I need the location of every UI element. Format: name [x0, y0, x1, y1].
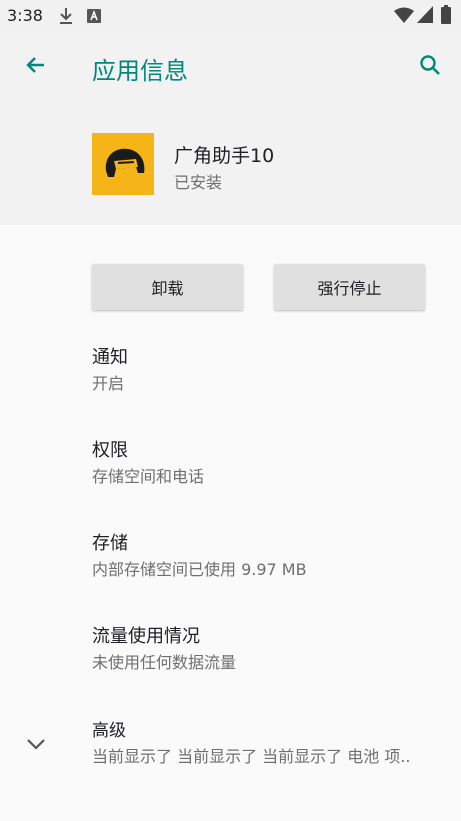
battery-icon: [441, 5, 451, 28]
settings-item-title: 通知: [92, 347, 128, 368]
app-bar: 应用信息: [0, 31, 461, 103]
settings-item-title: 高级: [92, 721, 126, 741]
arrow-back-icon: [24, 53, 48, 81]
settings-item-title: 流量使用情况: [92, 626, 200, 647]
settings-item-notifications[interactable]: 通知 开启: [92, 346, 452, 395]
settings-item-title: 存储: [92, 533, 128, 554]
search-icon: [418, 53, 442, 81]
uninstall-button[interactable]: 卸载: [92, 264, 243, 310]
force-stop-button[interactable]: 强行停止: [274, 264, 425, 310]
settings-item-summary: 当前显示了 当前显示了 当前显示了 电池 项..: [92, 747, 411, 766]
download-icon: [58, 7, 74, 29]
settings-item-permissions[interactable]: 权限 存储空间和电话: [92, 439, 452, 488]
app-icon: [92, 133, 154, 195]
settings-item-storage[interactable]: 存储 内部存储空间已使用 9.97 MB: [92, 532, 452, 581]
wifi-icon: [394, 7, 414, 27]
helmet-icon: [105, 148, 145, 177]
status-bar: 3:38: [0, 0, 461, 31]
settings-item-summary: 开启: [92, 374, 125, 393]
status-time: 3:38: [7, 6, 43, 25]
search-button[interactable]: [410, 47, 450, 87]
back-button[interactable]: [16, 47, 56, 87]
text-badge-icon: [87, 8, 101, 27]
settings-item-advanced[interactable]: 高级 当前显示了 当前显示了 当前显示了 电池 项..: [92, 719, 452, 768]
settings-item-title: 权限: [92, 440, 128, 461]
settings-item-summary: 未使用任何数据流量: [92, 653, 237, 672]
settings-item-summary: 存储空间和电话: [92, 467, 205, 486]
app-name: 广角助手10: [174, 145, 275, 167]
signal-icon: [417, 6, 433, 27]
app-install-status: 已安装: [174, 173, 223, 192]
app-header: 广角助手10 已安装: [0, 103, 461, 225]
chevron-down-icon[interactable]: [20, 728, 52, 760]
settings-item-summary: 内部存储空间已使用 9.97 MB: [92, 560, 307, 579]
page-title: 应用信息: [92, 57, 188, 85]
settings-item-data-usage[interactable]: 流量使用情况 未使用任何数据流量: [92, 625, 452, 674]
